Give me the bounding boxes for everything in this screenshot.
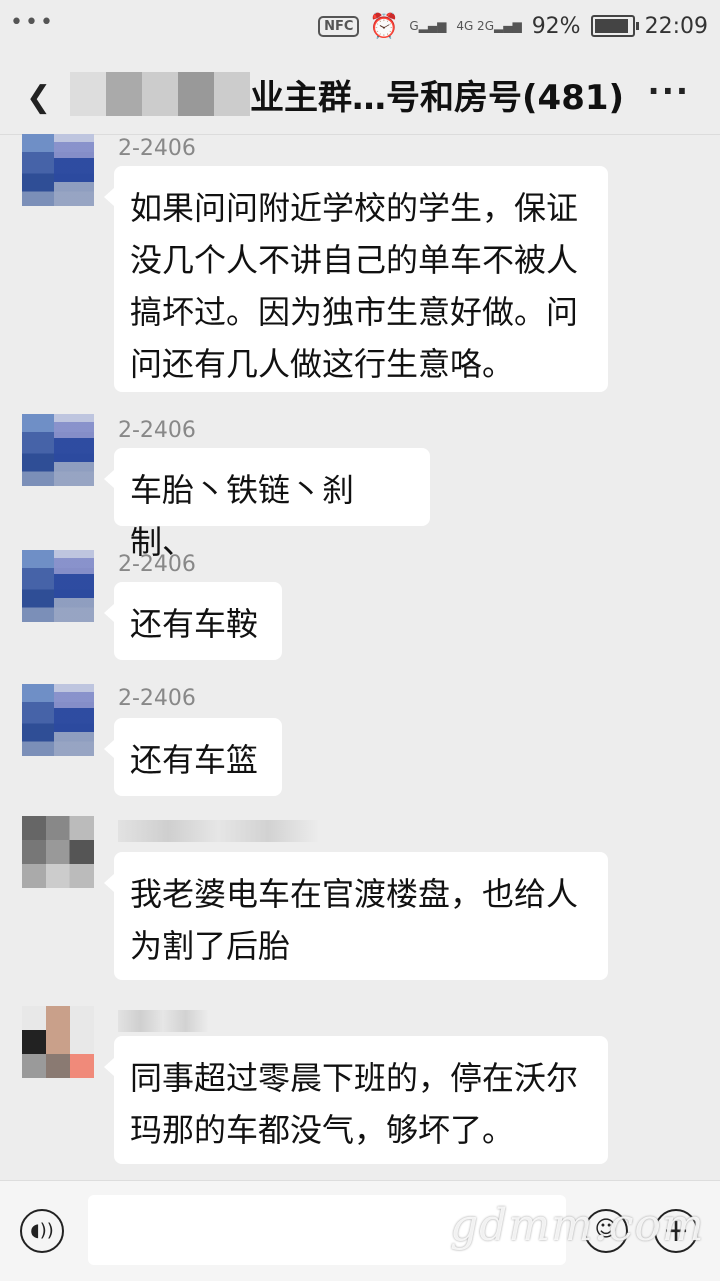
signal-icon-2: 4G 2G▂▄▆ [456, 19, 522, 33]
more-icon[interactable]: ··· [648, 72, 690, 110]
clock: 22:09 [644, 13, 708, 39]
message-bubble[interactable]: 还有车篮 [104, 718, 282, 796]
message-bubble[interactable]: 我老婆电车在官渡楼盘，也给人为割了后胎 [104, 852, 608, 980]
avatar[interactable] [22, 684, 94, 756]
battery-fill [594, 19, 628, 33]
signal-icon: G▂▄▆ [409, 19, 447, 33]
message-bubble[interactable]: 车胎丶铁链丶刹制、 [104, 448, 430, 561]
message-bubble[interactable]: 如果问问附近学校的学生，保证没几个人不讲自己的单车不被人搞坏过。因为独市生意好做… [104, 166, 608, 392]
voice-icon[interactable]: ◖)) [20, 1209, 64, 1253]
sender-name: 2-2406 [118, 136, 196, 161]
watermark: gdmm.com [450, 1200, 705, 1251]
status-dots: ••• [10, 10, 55, 35]
blurred-sender-name [118, 1010, 208, 1032]
sender-name: 2-2406 [118, 686, 196, 711]
avatar[interactable] [22, 816, 94, 888]
battery-percent: 92% [531, 13, 581, 39]
avatar[interactable] [22, 550, 94, 622]
blurred-group-name [70, 72, 250, 116]
back-chevron-icon[interactable]: ❮ [26, 80, 51, 115]
sender-name: 2-2406 [118, 418, 196, 443]
avatar[interactable] [22, 1006, 94, 1078]
message-bubble[interactable]: 同事超过零晨下班的，停在沃尔玛那的车都没气，够坏了。 [104, 1036, 608, 1164]
status-bar: ••• NFC ⏰ G▂▄▆ 4G 2G▂▄▆ 92% 22:09 [0, 0, 720, 52]
nfc-icon: NFC [318, 15, 360, 37]
chat-title: 业主群…号和房号(481) [250, 78, 625, 118]
status-right: NFC ⏰ G▂▄▆ 4G 2G▂▄▆ 92% 22:09 [318, 12, 708, 40]
chat-header: ❮ 业主群…号和房号(481) ··· [0, 52, 720, 135]
blurred-sender-name [118, 820, 318, 842]
alarm-icon: ⏰ [369, 12, 400, 40]
sender-name: 2-2406 [118, 552, 196, 577]
avatar[interactable] [22, 134, 94, 206]
message-bubble[interactable]: 还有车鞍 [104, 582, 282, 660]
battery-icon [590, 15, 639, 37]
avatar[interactable] [22, 414, 94, 486]
